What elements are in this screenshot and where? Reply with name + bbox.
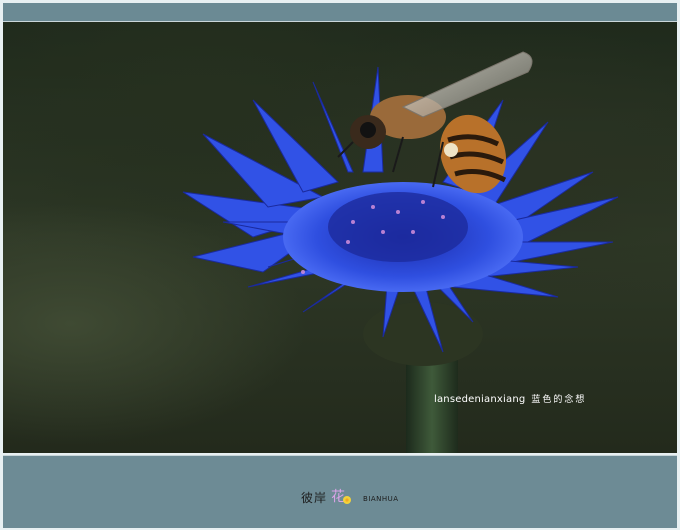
top-band <box>3 3 677 22</box>
photo: lansedenianxiang 蓝色的念想 <box>3 22 677 453</box>
caption-chinese: 蓝色的念想 <box>531 395 587 405</box>
flower-logo-icon: 花 <box>331 489 352 505</box>
logo-text: 彼岸 <box>301 490 328 505</box>
site-logo[interactable]: 彼岸 花 BIANHUA <box>301 486 399 508</box>
photo-caption: lansedenianxiang 蓝色的念想 <box>434 392 586 405</box>
caption-latin: lansedenianxiang <box>434 394 526 405</box>
svg-text:花: 花 <box>331 489 345 505</box>
footer-band: 彼岸 花 BIANHUA <box>3 455 677 528</box>
flower-bee-illustration <box>182 51 619 453</box>
photo-frame: lansedenianxiang 蓝色的念想 彼岸 花 BIANHUA <box>0 0 680 530</box>
bee <box>337 51 533 194</box>
logo-latin: BIANHUA <box>363 495 399 503</box>
